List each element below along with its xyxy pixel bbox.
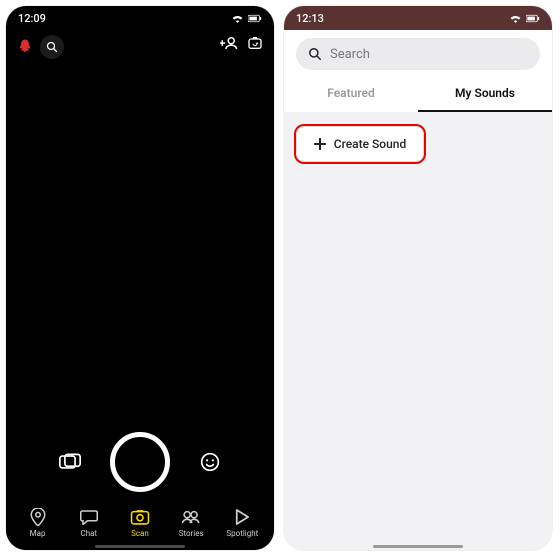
search-wrap: Search [284,30,552,76]
sounds-screen: 12:13 Search Featured My Sounds Create S… [284,6,552,550]
stories-icon [181,509,201,525]
play-icon [235,509,249,525]
flip-camera-icon [247,35,263,51]
plus-icon [314,138,326,150]
memories-icon [59,453,81,471]
search-icon [308,47,322,61]
nav-spotlight[interactable]: Spotlight [219,507,265,538]
search-icon [46,41,58,53]
search-placeholder: Search [330,47,370,62]
profile-avatar[interactable] [16,38,34,56]
map-pin-icon [30,508,46,526]
snapchat-camera-screen: 12:09 + [6,6,274,550]
home-indicator[interactable] [95,545,185,548]
memories-button[interactable] [58,450,82,474]
lenses-button[interactable] [198,450,222,474]
status-bar: 12:09 [6,6,274,30]
flip-camera-button[interactable] [244,32,266,54]
tab-my-sounds[interactable]: My Sounds [418,76,552,112]
battery-icon [526,14,540,23]
add-friend-icon [220,36,238,50]
nav-label: Scan [131,529,149,538]
nav-label: Spotlight [226,529,258,538]
tab-label: My Sounds [455,86,515,100]
sounds-tabs: Featured My Sounds [284,76,552,112]
nav-stories[interactable]: Stories [168,507,214,538]
create-sound-button[interactable]: Create Sound [296,126,424,162]
shutter-row [6,432,274,492]
top-bar [6,30,274,64]
tab-featured[interactable]: Featured [284,76,418,112]
home-indicator[interactable] [373,545,463,548]
tab-label: Featured [327,86,375,100]
camera-viewfinder[interactable] [6,64,274,460]
chat-icon [80,509,98,525]
shutter-button[interactable] [110,432,170,492]
search-button[interactable] [40,35,64,59]
my-sounds-content: Create Sound [284,112,552,546]
wifi-icon [509,13,522,23]
add-friends-button[interactable] [218,32,240,54]
top-right-icons [218,32,266,54]
create-sound-label: Create Sound [334,137,406,151]
status-time: 12:09 [18,12,46,25]
status-bar: 12:13 [284,6,552,30]
search-input[interactable]: Search [296,38,540,70]
status-icons [231,13,262,23]
status-icons [509,13,540,23]
battery-icon [248,14,262,23]
smiley-icon [200,452,220,472]
nav-map[interactable]: Map [15,507,61,538]
nav-chat[interactable]: Chat [66,507,112,538]
status-time: 12:13 [296,12,324,25]
bottom-nav: Map Chat Scan Stories Spotlight [6,498,274,550]
nav-label: Chat [80,529,97,538]
nav-label: Map [30,529,46,538]
nav-scan[interactable]: Scan [117,507,163,538]
wifi-icon [231,13,244,23]
scan-icon [130,508,150,526]
nav-label: Stories [179,529,204,538]
